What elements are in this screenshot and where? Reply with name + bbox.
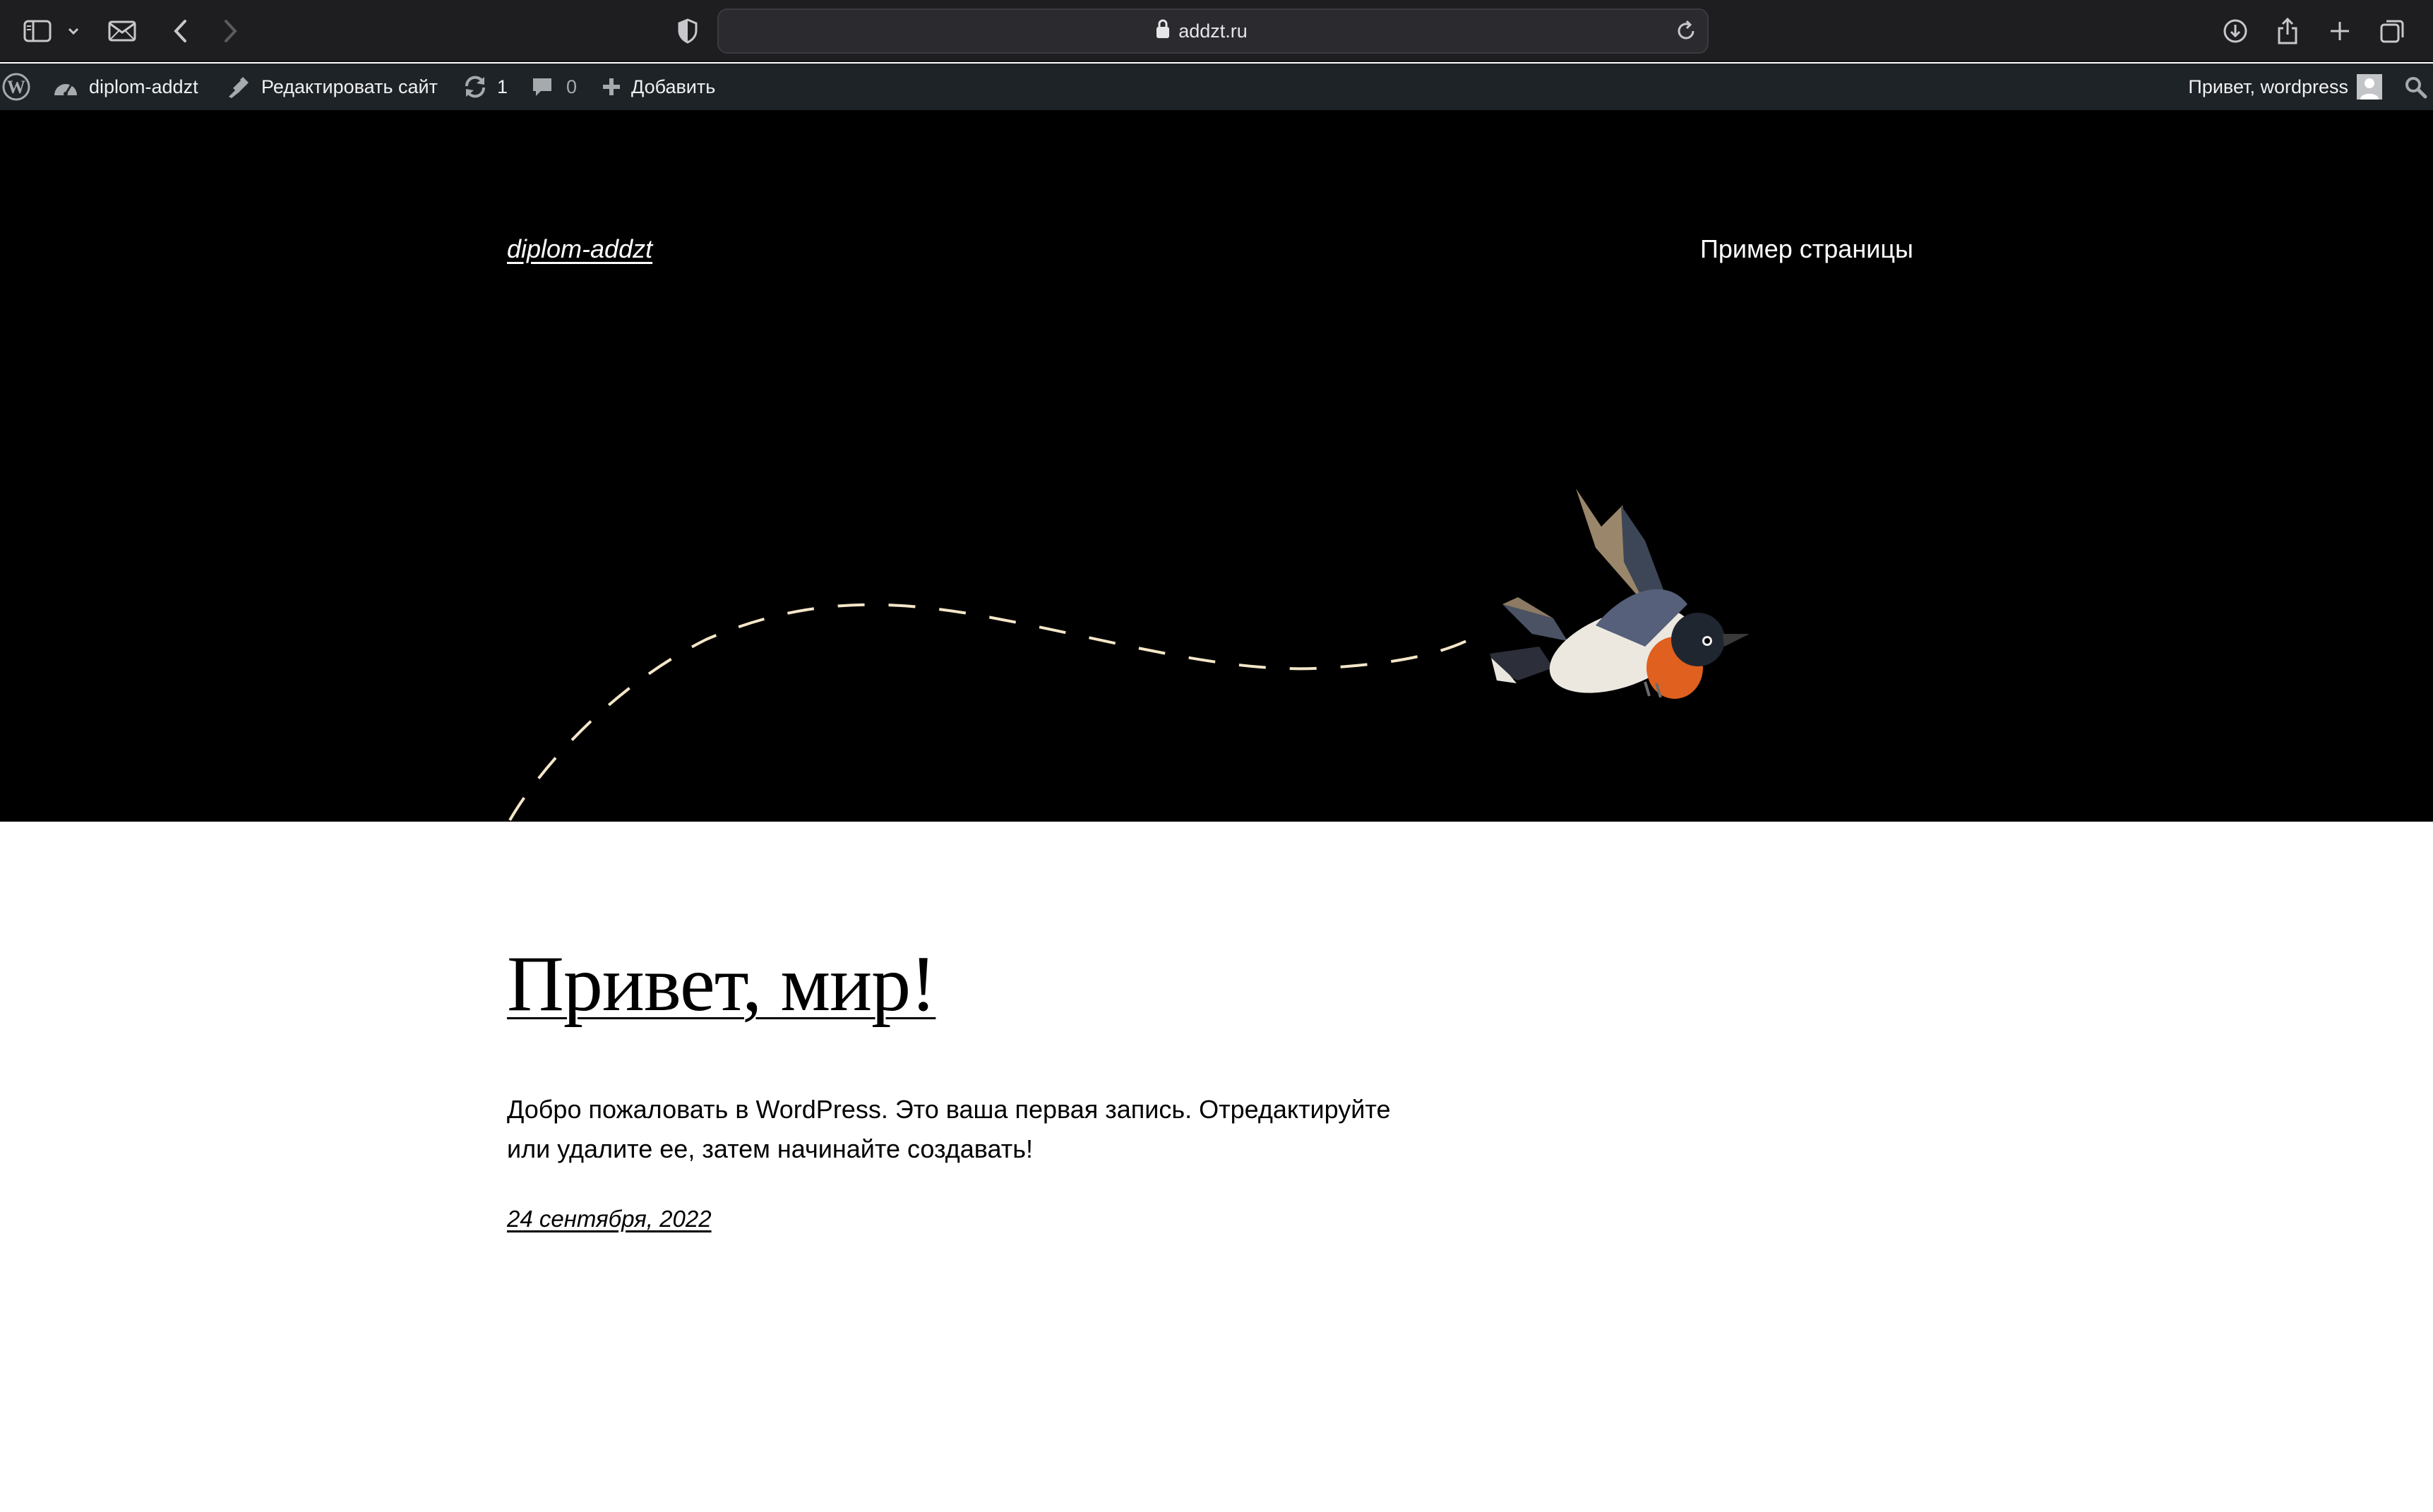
site-name-label: diplom-addzt <box>89 76 198 97</box>
edit-site-label: Редактировать сайт <box>261 76 438 97</box>
greeting-label: Привет, wordpress <box>2188 76 2348 97</box>
post-excerpt-line-1: Добро пожаловать в WordPress. Это ваша п… <box>507 1095 1391 1124</box>
add-new-label: Добавить <box>631 76 716 97</box>
url-text[interactable]: addzt.ru <box>719 10 1707 52</box>
back-icon[interactable] <box>167 10 195 52</box>
admin-bar-site-link[interactable]: diplom-addzt <box>52 64 198 110</box>
download-icon[interactable] <box>2220 10 2251 52</box>
updates-link[interactable]: 1 <box>463 64 508 110</box>
nav-link-sample-page[interactable]: Пример страницы <box>1700 234 1913 264</box>
post-title-link[interactable]: Привет, мир! <box>507 939 936 1030</box>
site-header: diplom-addzt Пример страницы <box>0 110 2433 822</box>
avatar-icon <box>2357 74 2382 100</box>
address-bar[interactable]: addzt.ru <box>717 8 1709 54</box>
tab-overview-icon[interactable] <box>2377 10 2408 52</box>
browser-toolbar: addzt.ru <box>0 0 2433 62</box>
wp-admin-bar: W diplom-addzt Редактировать сайт 1 0 До… <box>0 64 2433 110</box>
comments-link[interactable]: 0 <box>531 64 577 110</box>
chevron-down-icon[interactable] <box>64 10 83 52</box>
mail-icon[interactable] <box>104 10 140 52</box>
comments-count: 0 <box>566 76 578 97</box>
updates-count: 1 <box>497 76 508 97</box>
new-tab-icon[interactable] <box>2324 10 2355 52</box>
wordpress-logo-icon[interactable]: W <box>1 64 31 110</box>
add-new-link[interactable]: Добавить <box>602 64 715 110</box>
post-excerpt: Добро пожаловать в WordPress. Это ваша п… <box>507 1090 1439 1169</box>
site-title-link[interactable]: diplom-addzt <box>507 234 652 264</box>
account-menu[interactable]: Привет, wordpress <box>2188 64 2382 110</box>
sidebar-icon[interactable] <box>20 10 55 52</box>
bird-illustration <box>1490 488 1750 699</box>
brush-icon <box>226 74 251 100</box>
reload-icon[interactable] <box>1675 20 1697 46</box>
lock-icon <box>1155 18 1171 43</box>
flight-path <box>508 603 1484 821</box>
hero-illustration <box>508 488 1750 821</box>
dashboard-icon <box>52 76 79 98</box>
share-icon[interactable] <box>2272 10 2303 52</box>
edit-site-link[interactable]: Редактировать сайт <box>226 64 438 110</box>
privacy-shield-icon[interactable] <box>672 10 703 52</box>
updates-icon <box>463 75 487 99</box>
plus-icon <box>602 77 621 97</box>
comment-icon <box>531 76 554 98</box>
post-date-link[interactable]: 24 сентября, 2022 <box>507 1206 712 1232</box>
forward-icon[interactable] <box>216 10 244 52</box>
search-icon[interactable] <box>2403 64 2427 110</box>
post-excerpt-line-2: или удалите ее, затем начинайте создават… <box>507 1134 1033 1163</box>
svg-text:W: W <box>7 77 25 97</box>
